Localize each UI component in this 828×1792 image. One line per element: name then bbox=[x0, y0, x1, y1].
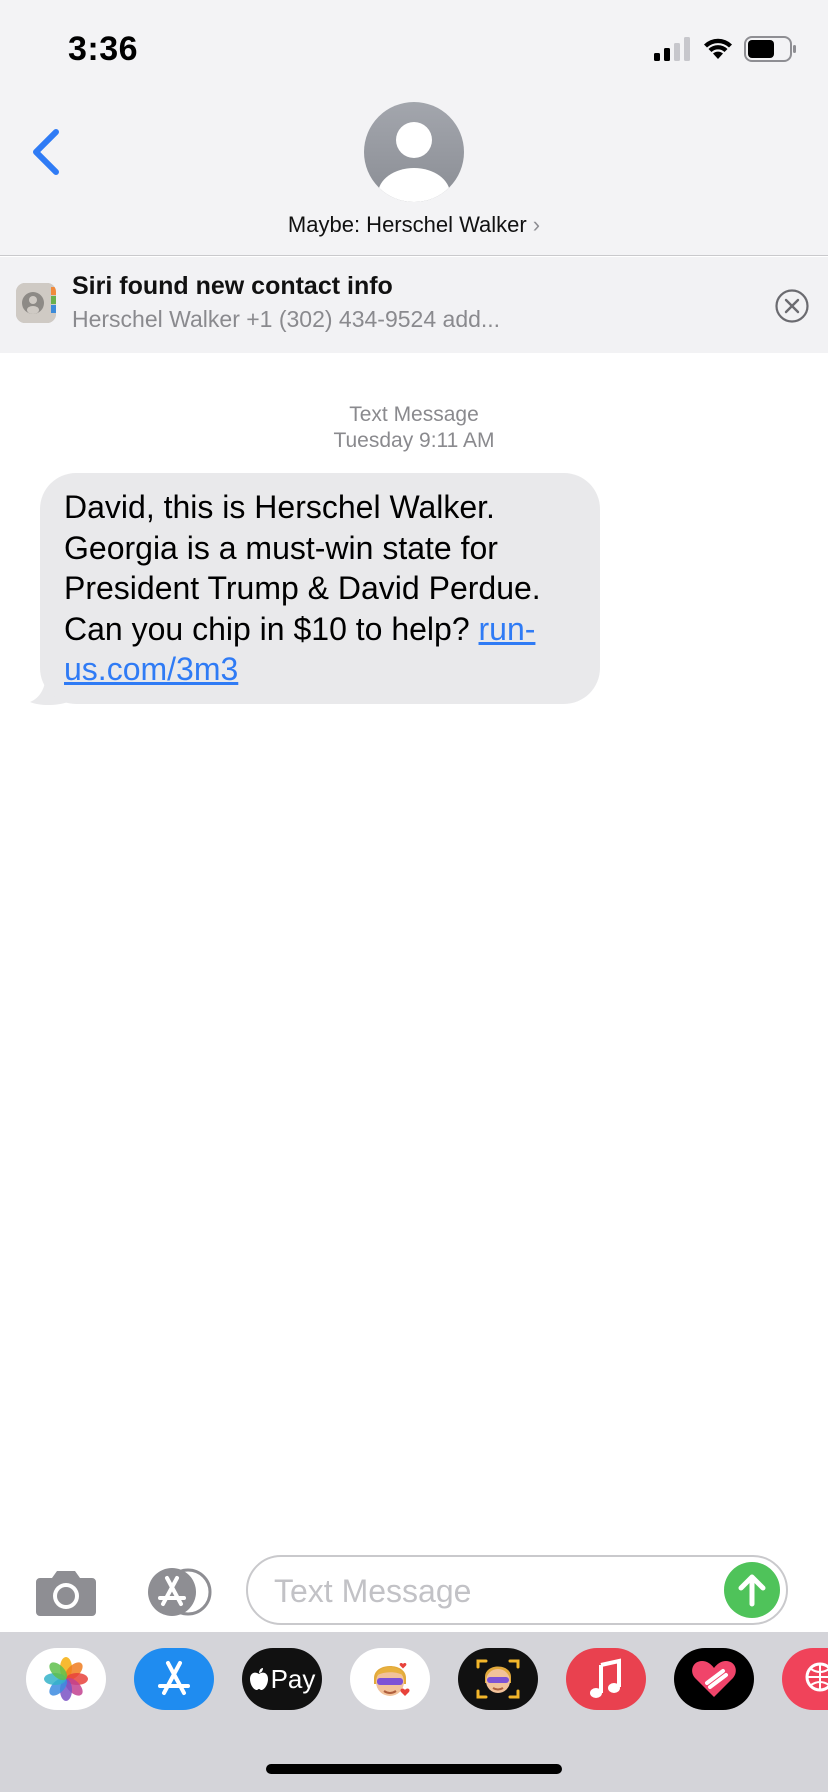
message-input-field[interactable] bbox=[246, 1555, 788, 1625]
globe-search-icon bbox=[805, 1662, 828, 1692]
siri-banner-title: Siri found new contact info bbox=[72, 272, 393, 300]
photos-app-button[interactable] bbox=[26, 1648, 106, 1710]
contact-name-label: Maybe: Herschel Walker bbox=[287, 212, 527, 237]
contacts-app-icon bbox=[16, 283, 56, 323]
contact-avatar[interactable] bbox=[364, 102, 464, 202]
close-circle-icon[interactable] bbox=[774, 288, 810, 324]
memoji-stickers-app-button[interactable] bbox=[350, 1648, 430, 1710]
battery-icon bbox=[744, 36, 796, 62]
wifi-icon bbox=[704, 38, 732, 59]
animoji-icon bbox=[476, 1659, 520, 1699]
message-text-input[interactable] bbox=[274, 1571, 714, 1611]
app-store-app-button[interactable] bbox=[134, 1648, 214, 1710]
animoji-app-button[interactable] bbox=[458, 1648, 538, 1710]
app-store-icon bbox=[158, 1661, 190, 1695]
arrow-up-icon bbox=[738, 1574, 766, 1607]
apple-pay-label: Pay bbox=[270, 1663, 316, 1694]
message-timestamp: Tuesday 9:11 AM bbox=[0, 429, 828, 453]
incoming-message-bubble[interactable]: David, this is Herschel Walker. Georgia … bbox=[40, 473, 600, 704]
timestamp-day: Tuesday bbox=[333, 429, 414, 452]
message-text: David, this is Herschel Walker. Georgia … bbox=[64, 489, 541, 647]
person-silhouette-icon bbox=[378, 122, 450, 202]
photos-icon bbox=[44, 1657, 88, 1701]
apple-pay-icon bbox=[249, 1668, 268, 1690]
camera-icon[interactable] bbox=[34, 1566, 98, 1618]
apple-pay-app-button[interactable]: Pay bbox=[242, 1648, 322, 1710]
app-store-drawer-icon[interactable] bbox=[140, 1566, 216, 1618]
digital-touch-icon bbox=[692, 1661, 736, 1697]
status-icons bbox=[652, 36, 798, 62]
send-button[interactable] bbox=[724, 1562, 780, 1618]
digital-touch-app-button[interactable] bbox=[674, 1648, 754, 1710]
siri-banner-subtitle[interactable]: Herschel Walker +1 (302) 434-9524 add... bbox=[72, 306, 500, 333]
timestamp-time: 9:11 AM bbox=[419, 429, 495, 452]
message-service-label: Text Message bbox=[349, 403, 479, 426]
cellular-signal-icon bbox=[654, 37, 690, 61]
memoji-icon bbox=[374, 1663, 410, 1696]
back-chevron-icon[interactable] bbox=[26, 124, 66, 180]
contact-name-button[interactable]: Maybe: Herschel Walker › bbox=[0, 212, 828, 238]
music-app-button[interactable] bbox=[566, 1648, 646, 1710]
status-time: 3:36 bbox=[68, 30, 139, 68]
music-icon bbox=[590, 1658, 621, 1698]
home-indicator[interactable] bbox=[266, 1764, 562, 1774]
chevron-right-icon: › bbox=[532, 212, 541, 237]
